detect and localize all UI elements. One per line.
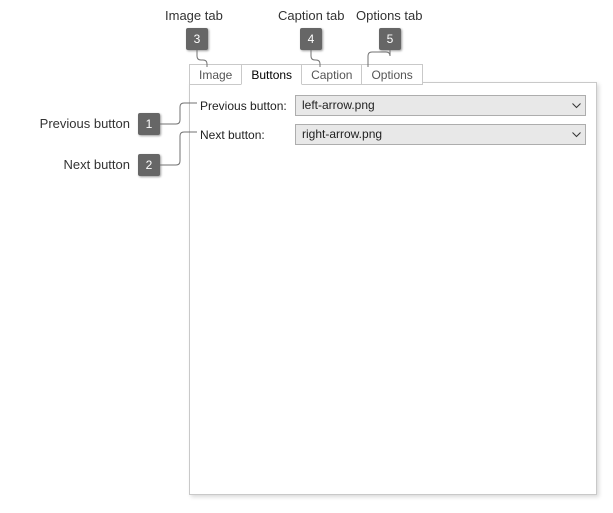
tab-options[interactable]: Options (361, 64, 422, 85)
tab-label: Options (371, 68, 412, 82)
dropdown-previous-button[interactable]: left-arrow.png (295, 95, 586, 116)
tab-panel-buttons: Previous button: left-arrow.png Next but… (189, 82, 597, 495)
tab-caption[interactable]: Caption (301, 64, 362, 85)
row-previous-button: Previous button: left-arrow.png (190, 91, 596, 120)
dropdown-next-button[interactable]: right-arrow.png (295, 124, 586, 145)
label-next-button: Next button: (200, 128, 295, 142)
label-previous-button: Previous button: (200, 99, 295, 113)
dropdown-value: left-arrow.png (302, 98, 375, 112)
callout-marker-2: 2 (138, 154, 160, 176)
callout-marker-4: 4 (300, 28, 322, 50)
dropdown-value: right-arrow.png (302, 127, 382, 141)
tab-label: Image (199, 68, 232, 82)
callout-marker-3: 3 (186, 28, 208, 50)
chevron-down-icon (572, 103, 581, 109)
callout-label-previous-button: Previous button (15, 116, 130, 131)
callout-label-options-tab: Options tab (356, 8, 423, 23)
chevron-down-icon (572, 132, 581, 138)
callout-marker-1: 1 (138, 113, 160, 135)
tab-label: Caption (311, 68, 352, 82)
callout-label-image-tab: Image tab (165, 8, 223, 23)
tab-label: Buttons (251, 68, 292, 82)
callout-marker-5: 5 (379, 28, 401, 50)
tabstrip: Image Buttons Caption Options (189, 63, 422, 84)
tab-image[interactable]: Image (189, 64, 242, 85)
callout-label-caption-tab: Caption tab (278, 8, 345, 23)
row-next-button: Next button: right-arrow.png (190, 120, 596, 149)
tab-buttons[interactable]: Buttons (241, 64, 302, 85)
callout-label-next-button: Next button (15, 157, 130, 172)
